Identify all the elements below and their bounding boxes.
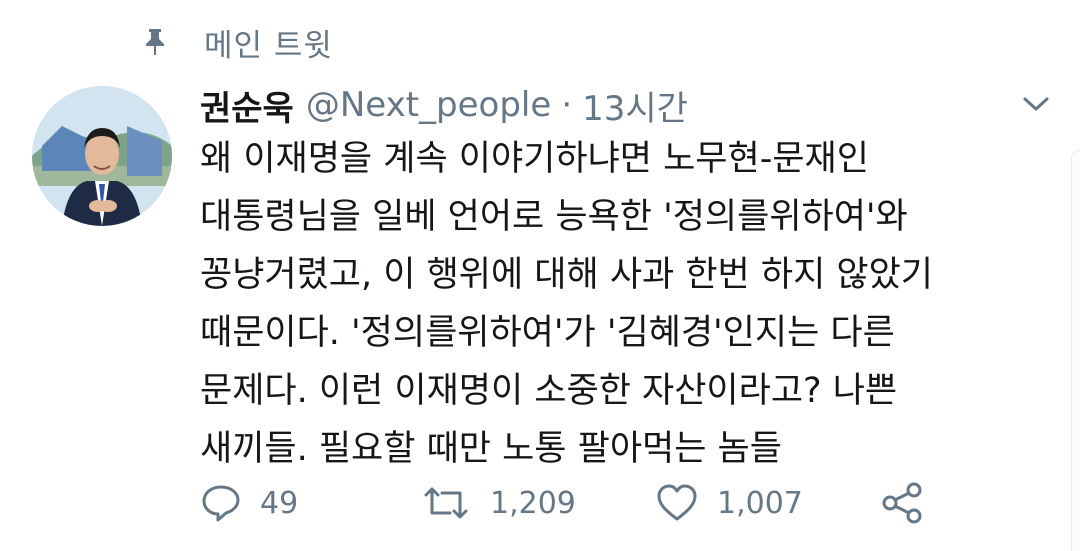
reply-button[interactable]: 49: [200, 478, 298, 528]
avatar-photo: [32, 86, 172, 226]
retweet-count: 1,209: [490, 485, 576, 521]
tweet-actions: 49 1,209 1,007: [200, 478, 960, 528]
pin-icon: [140, 25, 170, 59]
tweet-text-line: 때문이다. '정의를위하여'가 '김혜경'인지는 다른: [200, 313, 895, 353]
chevron-down-icon: [1023, 97, 1049, 111]
reply-count: 49: [260, 485, 299, 521]
tweet-text-line: 문제다. 이런 이재명이 소중한 자산이라고? 나쁜: [200, 371, 898, 411]
tweet-text: 왜 이재명을 계속 이야기하냐면 노무현-문재인 대통령님을 일베 언어로 능욕…: [200, 130, 1060, 478]
scrollbar-track[interactable]: [1071, 150, 1080, 551]
tweet-header: 권순욱 @Next_people · 13시간: [200, 80, 688, 130]
tweet-text-line: 꽁냥거렸고, 이 행위에 대해 사과 한번 하지 않았기: [200, 255, 934, 295]
tweet-menu-button[interactable]: [1018, 92, 1054, 116]
retweet-button[interactable]: 1,209: [420, 478, 576, 528]
tweet-text-line: 왜 이재명을 계속 이야기하냐면 노무현-문재인: [200, 139, 869, 179]
tweet-text-line: 새끼들. 필요할 때만 노통 팔아먹는 놈들: [200, 429, 782, 469]
reply-icon: [202, 485, 240, 522]
author-display-name[interactable]: 권순욱: [200, 81, 294, 130]
header-separator: ·: [561, 85, 573, 125]
share-button[interactable]: [880, 478, 924, 528]
like-button[interactable]: 1,007: [655, 478, 803, 528]
heart-icon: [657, 484, 697, 521]
retweet-icon: [424, 487, 468, 519]
author-handle[interactable]: @Next_people: [306, 85, 551, 125]
pinned-label: 메인 트윗: [204, 27, 333, 64]
avatar[interactable]: [32, 86, 172, 226]
tweet-timestamp[interactable]: 13시간: [582, 81, 688, 130]
share-icon: [882, 482, 922, 524]
tweet-text-line: 대통령님을 일베 언어로 능욕한 '정의를위하여'와: [200, 197, 908, 237]
pinned-tweet-indicator: 메인 트윗: [140, 22, 333, 64]
like-count: 1,007: [717, 485, 803, 521]
